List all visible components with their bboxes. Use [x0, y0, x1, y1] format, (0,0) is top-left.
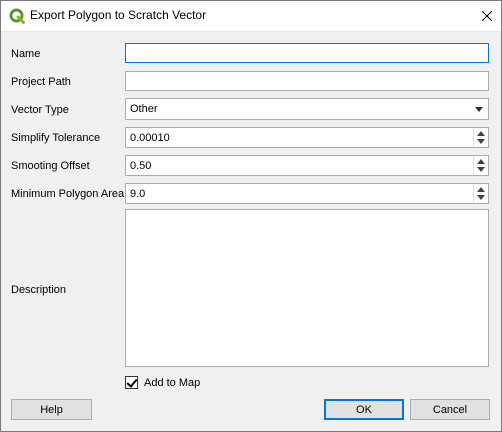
- window-title: Export Polygon to Scratch Vector: [30, 8, 207, 22]
- qgis-logo-icon: [9, 8, 25, 24]
- vector-type-label: Vector Type: [11, 104, 69, 116]
- spin-up-icon[interactable]: [477, 131, 485, 136]
- spin-buttons: [473, 156, 488, 175]
- vector-type-value: Other: [130, 103, 158, 115]
- simplify-tolerance-label: Simplify Tolerance: [11, 132, 101, 144]
- ok-button[interactable]: OK: [324, 399, 404, 420]
- close-icon: [482, 11, 492, 21]
- smoothing-offset-spinbox[interactable]: 0.50: [125, 155, 489, 176]
- simplify-tolerance-value: 0.00010: [130, 132, 170, 144]
- spin-up-icon[interactable]: [477, 187, 485, 192]
- description-textarea[interactable]: [125, 209, 489, 367]
- chevron-down-icon: [475, 107, 483, 112]
- min-polygon-area-label: Minimum Polygon Area: [11, 188, 125, 200]
- checkmark-icon: [126, 376, 138, 388]
- close-button[interactable]: [472, 0, 502, 32]
- spin-up-icon[interactable]: [477, 159, 485, 164]
- spin-down-icon[interactable]: [477, 195, 485, 200]
- spin-buttons: [473, 184, 488, 203]
- smoothing-offset-label: Smooting Offset: [11, 160, 90, 172]
- min-polygon-area-value: 9.0: [130, 188, 146, 200]
- description-label: Description: [11, 284, 67, 296]
- help-button[interactable]: Help: [11, 399, 92, 420]
- project-path-label: Project Path: [11, 76, 71, 88]
- project-path-field[interactable]: [125, 71, 489, 91]
- smoothing-offset-value: 0.50: [130, 160, 152, 172]
- min-polygon-area-spinbox[interactable]: 9.0: [125, 183, 489, 204]
- spin-down-icon[interactable]: [477, 139, 485, 144]
- name-field[interactable]: [125, 43, 489, 63]
- add-to-map-label[interactable]: Add to Map: [144, 377, 200, 389]
- name-label: Name: [11, 48, 41, 60]
- add-to-map-checkbox[interactable]: [125, 376, 138, 389]
- simplify-tolerance-spinbox[interactable]: 0.00010: [125, 127, 489, 148]
- spin-down-icon[interactable]: [477, 167, 485, 172]
- title-bar: Export Polygon to Scratch Vector: [0, 0, 502, 32]
- cancel-button[interactable]: Cancel: [410, 399, 490, 420]
- spin-buttons: [473, 128, 488, 147]
- vector-type-select[interactable]: Other: [125, 98, 489, 120]
